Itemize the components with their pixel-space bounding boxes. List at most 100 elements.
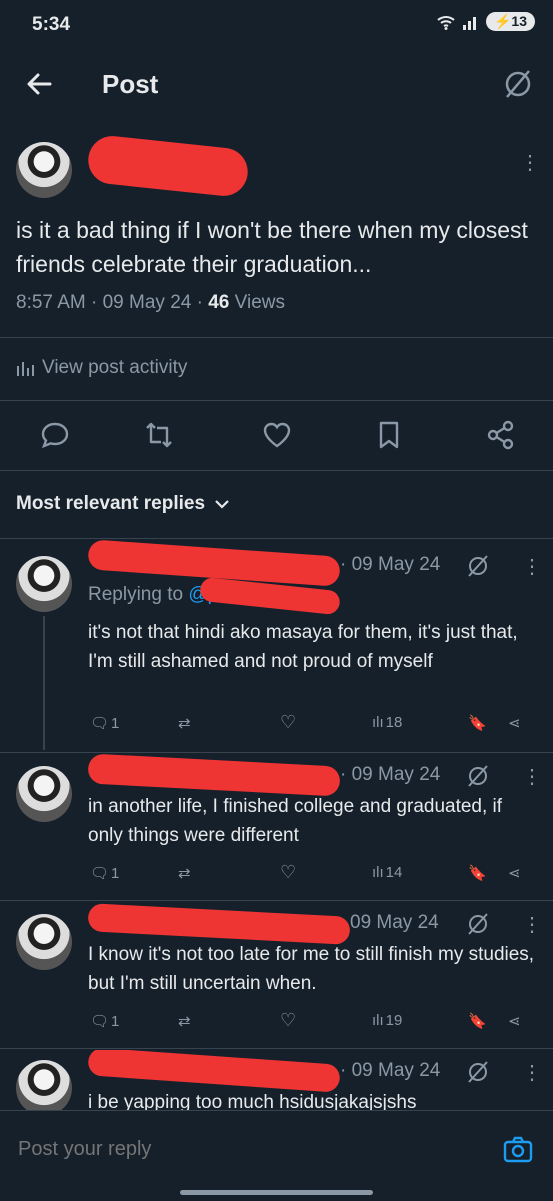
reply-icon: 🗨	[90, 715, 110, 732]
more-options-icon[interactable]: ⋮	[522, 764, 542, 789]
redacted-reply-author	[87, 903, 351, 945]
share-icon[interactable]: ⋖	[508, 864, 521, 882]
views-count: 18	[385, 714, 403, 731]
replying-to: Replying to @p	[88, 584, 218, 606]
reply-count: 1	[111, 1012, 120, 1030]
grok-icon[interactable]	[466, 554, 490, 578]
views-icon: ılı	[372, 714, 384, 731]
home-indicator[interactable]	[180, 1190, 373, 1195]
bookmark-icon[interactable]: 🔖	[468, 1012, 487, 1030]
reply-date: 09 May 24	[351, 764, 441, 785]
divider	[0, 470, 553, 471]
more-options-icon[interactable]: ⋮	[522, 912, 542, 937]
post-views-count: 46	[208, 292, 230, 313]
divider	[0, 538, 553, 539]
post-text: is it a bad thing if I won't be there wh…	[16, 217, 528, 277]
grok-icon[interactable]	[466, 764, 490, 788]
reply-avatar[interactable]	[16, 914, 72, 970]
reply-action[interactable]: 🗨 1	[90, 864, 120, 883]
reply-action[interactable]: 🗨 1	[90, 714, 120, 733]
bookmark-icon[interactable]	[372, 418, 406, 452]
reply-date: 09 May 24	[350, 912, 439, 933]
status-icons: ⚡13	[436, 12, 535, 31]
reply-date-wrap: · 09 May 24	[340, 1060, 441, 1081]
reply-item[interactable]: · 09 May 24 ⋮ in another life, I finishe…	[0, 753, 553, 898]
like-icon[interactable]: ♡	[280, 862, 296, 883]
more-options-icon[interactable]: ⋮	[522, 554, 542, 579]
views-count: 19	[385, 1012, 403, 1029]
view-post-activity-label: View post activity	[42, 357, 188, 378]
views-icon: ılı	[372, 1012, 384, 1029]
view-post-activity-link[interactable]: View post activity	[16, 357, 187, 379]
reply-date: 09 May 24	[351, 554, 441, 575]
replies-sort-label: Most relevant replies	[16, 493, 206, 514]
post-views-label: Views	[234, 292, 285, 313]
reply-item[interactable]: · 09 May 24 ⋮ i be yapping too much hsid…	[0, 1050, 553, 1110]
bookmark-icon[interactable]: 🔖	[468, 864, 487, 882]
views-action[interactable]: ılı 14	[372, 864, 402, 881]
signal-icon	[462, 16, 476, 30]
reply-text: in another life, I finished college and …	[88, 796, 503, 846]
reply-count: 1	[111, 864, 120, 882]
divider	[0, 337, 553, 338]
reply-icon[interactable]	[38, 418, 72, 452]
analytics-icon	[17, 362, 34, 376]
reply-text: I know it's not too late for me to still…	[88, 944, 535, 994]
status-bar: 5:34 ⚡13	[0, 0, 553, 52]
more-options-icon[interactable]: ⋮	[522, 1060, 542, 1085]
views-icon: ılı	[372, 864, 384, 881]
page-title: Post	[102, 69, 159, 99]
top-bar: Post	[0, 55, 553, 115]
redacted-reply-author	[87, 1050, 341, 1093]
reply-composer	[0, 1110, 553, 1201]
views-action[interactable]: ılı 19	[372, 1012, 402, 1029]
like-icon[interactable]: ♡	[280, 712, 296, 733]
replies-sort-dropdown[interactable]: Most relevant replies	[16, 493, 229, 515]
author-avatar[interactable]	[16, 142, 72, 198]
reply-icon: 🗨	[90, 865, 110, 882]
views-action[interactable]: ılı 18	[372, 714, 402, 731]
share-icon[interactable]: ⋖	[508, 1012, 521, 1030]
repost-icon[interactable]: ⇄	[178, 1012, 191, 1030]
divider	[0, 752, 553, 753]
reply-text: it's not that hindi ako masaya for them,…	[88, 622, 518, 672]
reply-date-wrap: 09 May 24	[350, 912, 439, 934]
post-meta: 8:57 AM · 09 May 24 · 46 Views	[16, 292, 285, 313]
reply-action[interactable]: 🗨 1	[90, 1012, 120, 1031]
divider	[0, 900, 553, 901]
post-time: 8:57 AM	[16, 292, 86, 313]
reply-avatar[interactable]	[16, 556, 72, 612]
reply-date-wrap: · 09 May 24	[340, 764, 441, 785]
share-icon[interactable]: ⋖	[508, 714, 521, 732]
camera-icon[interactable]	[501, 1133, 535, 1167]
repost-icon[interactable]: ⇄	[178, 714, 191, 732]
reply-count: 1	[111, 714, 120, 732]
like-icon[interactable]: ♡	[280, 1010, 296, 1031]
like-icon[interactable]	[260, 418, 294, 452]
reply-item[interactable]: 09 May 24 ⋮ I know it's not too late for…	[0, 902, 553, 1048]
reply-avatar[interactable]	[16, 766, 72, 822]
repost-icon[interactable]	[142, 418, 176, 452]
reply-text: i be yapping too much hsidusjakajsjshs	[88, 1092, 417, 1110]
post-actions	[0, 418, 553, 454]
repost-icon[interactable]: ⇄	[178, 864, 191, 882]
reply-date: 09 May 24	[351, 1060, 441, 1081]
share-icon[interactable]	[484, 418, 518, 452]
reply-item[interactable]: · 09 May 24 ⋮ Replying to @p it's not th…	[0, 539, 553, 750]
grok-icon[interactable]	[466, 912, 490, 936]
replying-prefix: Replying to	[88, 584, 184, 605]
thread-line	[43, 616, 45, 750]
grok-icon[interactable]	[501, 67, 535, 101]
grok-icon[interactable]	[466, 1060, 490, 1084]
divider	[0, 1048, 553, 1049]
divider	[0, 400, 553, 401]
reply-icon: 🗨	[90, 1013, 110, 1030]
redacted-reply-author	[87, 753, 341, 797]
reply-input[interactable]	[16, 1137, 480, 1162]
reply-date-wrap: · 09 May 24	[340, 554, 441, 575]
status-time: 5:34	[32, 14, 71, 35]
more-options-icon[interactable]: ⋮	[520, 150, 540, 175]
back-arrow-icon[interactable]	[22, 67, 56, 101]
reply-avatar[interactable]	[16, 1060, 72, 1110]
bookmark-icon[interactable]: 🔖	[468, 714, 487, 732]
